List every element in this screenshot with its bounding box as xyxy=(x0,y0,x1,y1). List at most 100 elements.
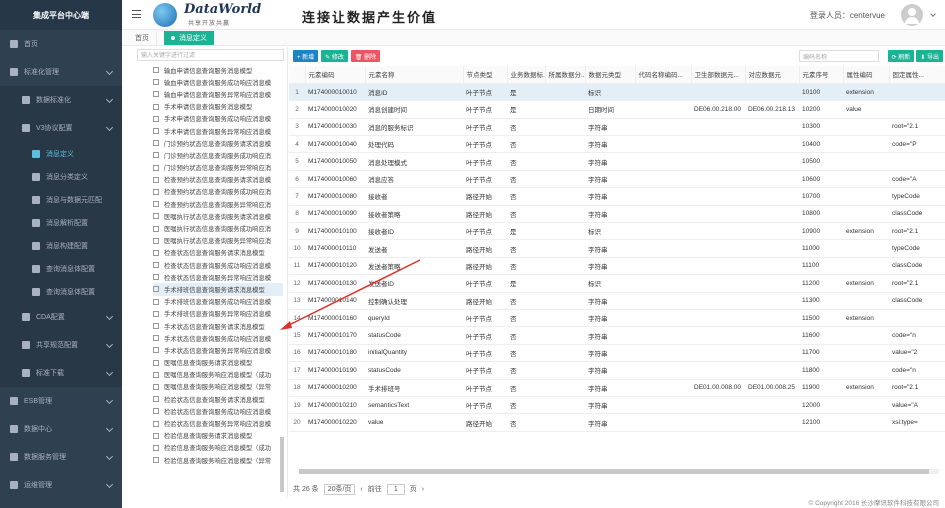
menu-toggle-icon[interactable] xyxy=(132,10,141,18)
checkbox-icon[interactable] xyxy=(153,408,159,415)
column-header[interactable]: 元素名称 xyxy=(365,66,464,84)
checkbox-icon[interactable] xyxy=(153,323,159,330)
checkbox-icon[interactable] xyxy=(153,335,159,342)
checkbox-icon[interactable] xyxy=(153,262,159,269)
tree-node[interactable]: 手术状态信息查询服务异常响应消息模 xyxy=(153,344,283,356)
column-header[interactable]: 卫生部数据元... xyxy=(691,66,746,84)
column-header[interactable]: 元素编码 xyxy=(305,66,366,84)
table-row[interactable]: 12 M174000010130 发送者ID 叶子节点是 标识 11200 extensio… xyxy=(289,274,945,293)
checkbox-icon[interactable] xyxy=(153,298,159,305)
checkbox-icon[interactable] xyxy=(153,249,159,256)
tree-node[interactable]: 手术排班信息查询服务请求消息模型 xyxy=(153,283,283,296)
checkbox-icon[interactable] xyxy=(153,237,159,244)
table-row[interactable]: 13 M174000010140 控制确认处理 路径开始否 字符串 11300 classC… xyxy=(289,292,945,310)
checkbox-icon[interactable] xyxy=(153,201,159,208)
add-button[interactable]: + 新增 xyxy=(293,50,319,62)
table-row[interactable]: 9 M174000010100 接收者ID 叶子节点是 标识 10900 extension… xyxy=(289,222,945,241)
refresh-button[interactable]: ⟳ 刷新 xyxy=(887,50,915,62)
sidebar-item[interactable]: CDA配置 xyxy=(0,303,122,331)
sidebar-item[interactable]: 共享规范配置 xyxy=(0,331,122,359)
column-header[interactable]: 业务数据标... xyxy=(507,66,546,84)
table-row[interactable]: 4 M174000010040 处理代码 叶子节点否 字符串 10400 code="P xyxy=(289,135,945,154)
table-row[interactable]: 8 M174000010090 接收者策略 路径开始否 字符串 10800 classCod… xyxy=(289,205,945,224)
checkbox-icon[interactable] xyxy=(153,115,159,122)
tree-node[interactable]: 检验信息查询服务响应消息模型（异常 xyxy=(153,454,283,466)
tree-node[interactable]: 手术申请信息查询服务消息模型 xyxy=(153,101,283,113)
sidebar-item[interactable]: 消息解析配置 xyxy=(0,211,122,234)
tree-node[interactable]: 检验状态信息查询服务成功响应消息模 xyxy=(153,405,283,417)
tree-node[interactable]: 检验状态信息查询服务异常响应消息模 xyxy=(153,417,283,429)
column-header[interactable]: 属性编码 xyxy=(843,66,890,84)
tree-node[interactable]: 检验状态信息查询服务请求消息模型 xyxy=(153,393,283,405)
checkbox-icon[interactable] xyxy=(153,286,159,293)
table-row[interactable]: 1 M174000010010 消息ID 叶子节点是 标识 10100 extension xyxy=(289,83,945,102)
table-row[interactable]: 18 M174000010200 手术排班号 叶子节点否 字符串 DE01.00.008.… xyxy=(289,379,945,397)
tree-node[interactable]: 手术状态信息查询服务请求消息模型 xyxy=(153,320,283,332)
sidebar-item[interactable]: 标准化管理 xyxy=(0,58,122,86)
checkbox-icon[interactable] xyxy=(153,274,159,281)
tree-node[interactable]: 手术排班信息查询服务成功响应消息模 xyxy=(153,296,283,308)
tree-node[interactable]: 医嘱信息查询服务响应消息模型（异常 xyxy=(153,381,283,393)
table-row[interactable]: 17 M174000010190 statusCode 叶子节点否 字符串 11800 co… xyxy=(289,361,945,380)
table-row[interactable]: 2 M174000010020 消息创建时间 叶子节点是 日期时间 DE06.00.218… xyxy=(289,100,945,119)
checkbox-icon[interactable] xyxy=(153,213,159,220)
page-size-select[interactable]: 20条/页 xyxy=(323,483,356,495)
sidebar-item[interactable]: 首页 xyxy=(0,30,122,58)
checkbox-icon[interactable] xyxy=(153,396,159,403)
tree-filter-input[interactable]: 输入关键字进行过滤 xyxy=(137,49,284,61)
tree-node[interactable]: 输血申请信息查询服务异常响应消息模 xyxy=(153,88,283,100)
checkbox-icon[interactable] xyxy=(153,176,159,183)
table-horizontal-scrollbar[interactable] xyxy=(299,469,939,474)
sidebar-item[interactable]: 消息与数据元匹配 xyxy=(0,188,122,211)
checkbox-icon[interactable] xyxy=(153,140,159,147)
checkbox-icon[interactable] xyxy=(153,383,159,390)
sidebar-item[interactable]: 数据标准化 xyxy=(0,86,122,114)
tree-node[interactable]: 医嘱信息查询服务请求消息模型 xyxy=(153,357,283,369)
tree-node[interactable]: 手术排班信息查询服务异常响应消息模 xyxy=(153,308,283,320)
sidebar-item[interactable]: 运维管理 xyxy=(0,471,122,499)
tree-node[interactable]: 检查预约状态信息查询服务请求消息模 xyxy=(153,174,283,186)
sidebar-item[interactable]: 其它管理 xyxy=(0,499,122,508)
column-header[interactable]: 数据元类型 xyxy=(585,66,636,84)
edit-button[interactable]: ✎ 修改 xyxy=(321,50,348,62)
checkbox-icon[interactable] xyxy=(153,359,159,366)
sidebar-item[interactable]: 标准下载 xyxy=(0,359,122,387)
table-row[interactable]: 10 M174000010110 发送者 路径开始否 字符串 11000 typeCode xyxy=(289,239,945,258)
tree-node[interactable]: 输血申请信息查询服务成功响应消息模 xyxy=(153,76,283,88)
table-row[interactable]: 7 M174000010080 接收者 路径开始否 字符串 10700 typeCode xyxy=(289,187,945,206)
tree-node[interactable]: 检查预约状态信息查询服务异常响应消 xyxy=(153,198,283,210)
tree-scrollbar[interactable] xyxy=(280,437,284,492)
user-avatar[interactable] xyxy=(901,4,923,26)
checkbox-icon[interactable] xyxy=(153,310,159,317)
table-row[interactable]: 5 M174000010050 消息处理模式 叶子节点否 字符串 10500 xyxy=(289,152,945,171)
table-row[interactable]: 6 M174000010060 消息应答 叶子节点否 字符串 10600 code="A xyxy=(289,170,945,189)
code-name-search-input[interactable]: 编码名称 xyxy=(799,50,879,62)
tree-node[interactable]: 检查状态信息查询服务成功响应消息模 xyxy=(153,259,283,271)
column-header[interactable]: 代码名称编码... xyxy=(635,66,692,84)
table-row[interactable]: 16 M174000010180 initialQuantity 叶子节点否 字符串 11… xyxy=(289,344,945,363)
tab-message-definition[interactable]: 消息定义 xyxy=(164,31,214,45)
column-header[interactable]: 元素序号 xyxy=(799,66,844,84)
checkbox-icon[interactable] xyxy=(153,164,159,171)
table-row[interactable]: 14 M174000010160 queryId 叶子节点否 字符串 11500 exten… xyxy=(289,309,945,328)
checkbox-icon[interactable] xyxy=(153,188,159,195)
tree-node[interactable]: 输血申请信息查询服务消息模型 xyxy=(153,64,283,76)
tree-node[interactable]: 手术申请信息查询服务成功响应消息模 xyxy=(153,113,283,125)
checkbox-icon[interactable] xyxy=(153,432,159,439)
checkbox-icon[interactable] xyxy=(153,128,159,135)
column-header[interactable]: 所属数据分... xyxy=(545,66,586,84)
sidebar-item[interactable]: 查询消息体配置 xyxy=(0,257,122,280)
tree-node[interactable]: 门诊预约状态信息查询服务异常响应消 xyxy=(153,162,283,174)
prev-page-button[interactable]: ‹ xyxy=(360,486,362,493)
tree-node[interactable]: 门诊预约状态信息查询服务成功响应消 xyxy=(153,149,283,161)
tree-node[interactable]: 检查状态信息查询服务异常响应消息模 xyxy=(153,271,283,283)
tree-node[interactable]: 检验信息查询服务响应消息模型（成功 xyxy=(153,442,283,454)
scrollbar-thumb[interactable] xyxy=(299,469,929,474)
sidebar-item[interactable]: 消息定义 xyxy=(0,142,122,165)
tree-node[interactable]: 手术状态信息查询服务成功响应消息模 xyxy=(153,332,283,344)
table-row[interactable]: 3 M174000010030 消息的服务标识 叶子节点否 字符串 10300 root="… xyxy=(289,118,945,137)
tree-node[interactable]: 检查状态信息查询服务请求消息模型 xyxy=(153,247,283,259)
column-header[interactable]: 固定属性... xyxy=(889,66,945,84)
checkbox-icon[interactable] xyxy=(153,225,159,232)
tab-home[interactable]: 首页 xyxy=(128,31,157,45)
